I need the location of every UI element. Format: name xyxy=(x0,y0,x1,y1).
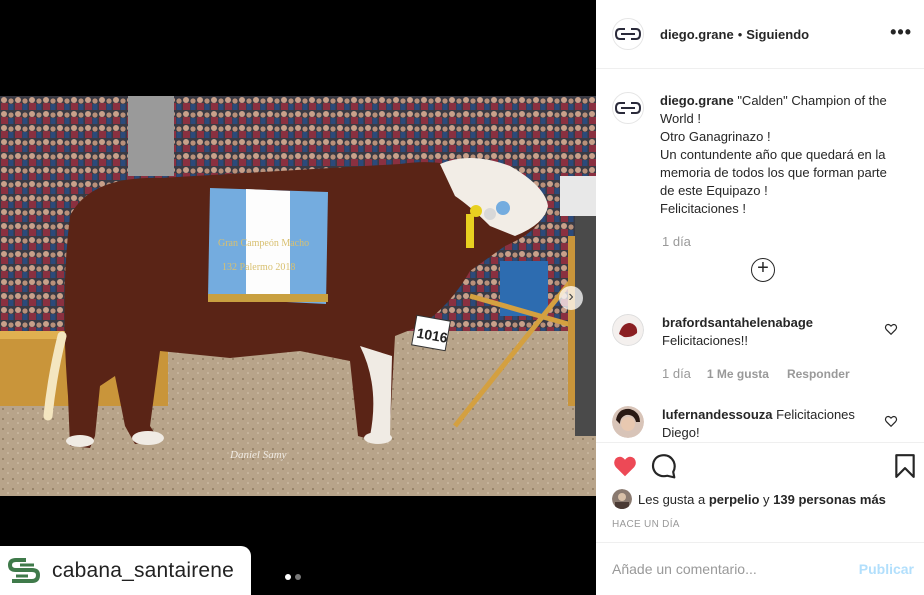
post-photo[interactable]: Gran Campeón Macho 132 Palermo 2018 1016… xyxy=(0,96,596,496)
header-username[interactable]: diego.grane xyxy=(660,27,734,42)
caption-username[interactable]: diego.grane xyxy=(660,93,734,108)
comment-input[interactable] xyxy=(612,561,859,577)
post-caption: diego.grane "Calden" Champion of the Wor… xyxy=(612,92,912,218)
post-header: diego.grane • Siguiendo ••• xyxy=(596,0,924,69)
add-comment-bar: Publicar xyxy=(596,542,924,595)
comment-likes[interactable]: 1 Me gusta xyxy=(707,367,769,381)
account-watermark: cabana_santairene xyxy=(0,546,251,595)
follow-status[interactable]: Siguiendo xyxy=(746,27,809,42)
list-item: brafordsantahelenabage Felicitaciones!! xyxy=(612,314,912,350)
comments-list[interactable]: diego.grane "Calden" Champion of the Wor… xyxy=(596,70,924,442)
comment-username[interactable]: brafordsantahelenabage xyxy=(662,315,813,330)
avatar[interactable] xyxy=(612,406,644,438)
caption-avatar[interactable] xyxy=(612,92,644,124)
comment-text-block: lufernandessouza Felicitaciones Diego! xyxy=(662,406,882,442)
media-area: Gran Campeón Macho 132 Palermo 2018 1016… xyxy=(0,0,596,595)
avatar[interactable] xyxy=(612,314,644,346)
likes-summary: Les gusta a perpelio y 139 personas más xyxy=(612,489,886,509)
likes-middle: y xyxy=(763,491,770,507)
commenter-avatar-image xyxy=(612,406,644,438)
watermark-logo-icon xyxy=(7,557,41,583)
plus-circle-icon[interactable]: + xyxy=(751,258,775,282)
carousel-dots xyxy=(285,574,301,580)
comment-time[interactable]: 1 día xyxy=(662,366,691,381)
comment-icon[interactable] xyxy=(651,453,677,479)
avatar[interactable] xyxy=(612,18,644,50)
list-item: lufernandessouza Felicitaciones Diego! xyxy=(612,406,912,442)
likes-count[interactable]: 139 personas más xyxy=(773,492,886,507)
caption-time[interactable]: 1 día xyxy=(662,234,691,249)
post-timestamp[interactable]: HACE UN DÍA xyxy=(612,519,680,530)
publish-button[interactable]: Publicar xyxy=(859,561,914,577)
post-actions: Les gusta a perpelio y 139 personas más … xyxy=(596,442,924,542)
logo-icon xyxy=(615,102,641,114)
svg-text:132 Palermo 2018: 132 Palermo 2018 xyxy=(222,262,295,273)
liker-avatar-image xyxy=(612,489,632,509)
watermark-account: cabana_santairene xyxy=(52,558,235,582)
caption-text: "Calden" Champion of the World ! Otro Ga… xyxy=(660,93,887,216)
carousel-dot xyxy=(295,574,301,580)
comment-text-block: brafordsantahelenabage Felicitaciones!! xyxy=(662,314,882,350)
reply-button[interactable]: Responder xyxy=(787,367,850,381)
instagram-post-modal: Gran Campeón Macho 132 Palermo 2018 1016… xyxy=(0,0,924,595)
next-arrow-icon[interactable]: › xyxy=(559,286,583,310)
likes-user[interactable]: perpelio xyxy=(709,492,760,507)
comment-meta: 1 día 1 Me gusta Responder xyxy=(662,366,850,381)
svg-text:Gran Campeón Macho: Gran Campeón Macho xyxy=(218,238,309,249)
bull-photo: Gran Campeón Macho 132 Palermo 2018 1016… xyxy=(0,96,596,496)
more-icon[interactable]: ••• xyxy=(890,22,912,43)
heart-outline-icon[interactable] xyxy=(884,414,898,428)
bookmark-icon[interactable] xyxy=(892,453,918,479)
heart-filled-icon[interactable] xyxy=(612,453,638,479)
caption-text-block: diego.grane "Calden" Champion of the Wor… xyxy=(660,92,896,218)
header-separator: • xyxy=(737,26,743,42)
svg-text:Daniel Samy: Daniel Samy xyxy=(229,449,287,461)
post-details-panel: diego.grane • Siguiendo ••• diego.grane … xyxy=(596,0,924,595)
logo-icon xyxy=(615,28,641,40)
avatar[interactable] xyxy=(612,489,632,509)
commenter-avatar-image xyxy=(612,314,644,346)
likes-prefix: Les gusta a xyxy=(638,491,706,507)
heart-outline-icon[interactable] xyxy=(884,322,898,336)
comment-username[interactable]: lufernandessouza xyxy=(662,407,773,422)
comment-text: Felicitaciones!! xyxy=(662,333,748,348)
carousel-dot-active xyxy=(285,574,291,580)
